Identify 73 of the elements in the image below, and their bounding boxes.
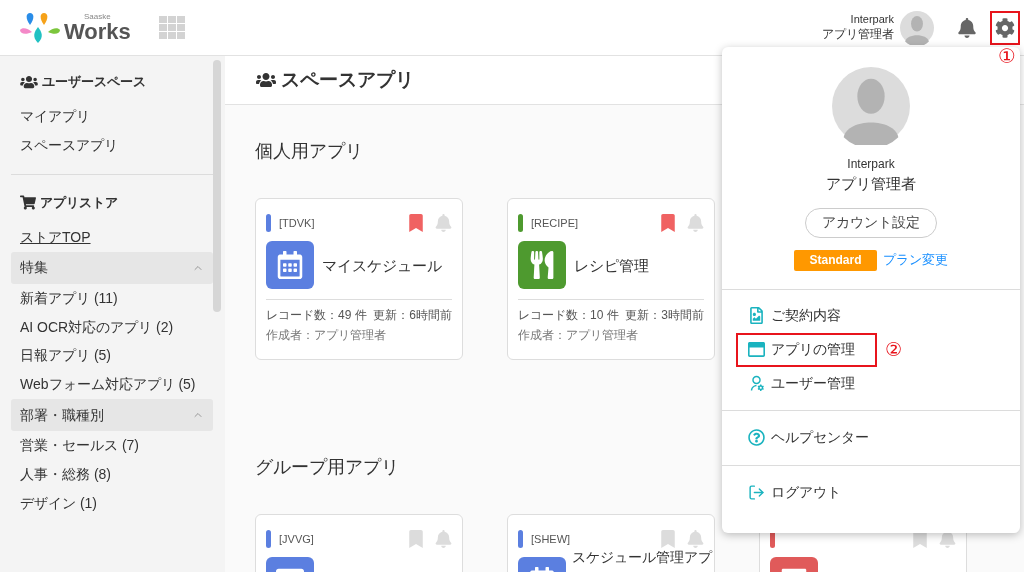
- record-stats: レコード数：10 件 更新：3時間前: [518, 307, 704, 324]
- fork-knife-icon: [528, 251, 556, 279]
- window-icon: [748, 341, 765, 358]
- sidebar-item[interactable]: 日報アプリ (5): [11, 341, 213, 371]
- users-icon: [20, 75, 38, 89]
- app-code: [RECIPE]: [531, 215, 579, 231]
- sidebar-item[interactable]: Webフォーム対応アプリ (5): [11, 370, 213, 400]
- sidebar-item[interactable]: 新着アプリ (11): [11, 283, 213, 313]
- logo-subtitle: Saaske: [84, 12, 112, 21]
- annotation-number: ②: [885, 337, 903, 363]
- calendar-icon: [276, 251, 304, 279]
- app-card[interactable]: [SHEW] スケジュール管理アプ: [507, 514, 715, 572]
- settings-button[interactable]: [990, 10, 1020, 45]
- sidebar-item[interactable]: 人事・総務 (8): [11, 460, 213, 489]
- user-gear-icon: [748, 375, 765, 392]
- app-card[interactable]: [RECIPE] レシピ管理 レコード数：10 件 更新：3時間前 作成者：アプリ管理者: [507, 198, 715, 360]
- bookmark-icon[interactable]: [409, 214, 423, 232]
- sidebar-category[interactable]: 特集: [11, 251, 213, 284]
- sidebar-item[interactable]: デザイン (1): [11, 489, 213, 518]
- bell-icon[interactable]: [435, 214, 452, 232]
- bell-icon[interactable]: [435, 530, 452, 548]
- sidebar-item[interactable]: マイアプリ: [11, 102, 213, 131]
- app-name: スケジュール管理アプ: [572, 550, 712, 564]
- sidebar-link[interactable]: ストアTOP: [11, 222, 213, 252]
- sidebar-item[interactable]: AI OCR対応のアプリ (2): [11, 312, 213, 342]
- annotation-number: ①: [998, 43, 1016, 70]
- menu-user-org: Interpark: [847, 156, 895, 173]
- menu-user-role: アプリ管理者: [826, 174, 916, 194]
- bell-icon[interactable]: [687, 530, 704, 548]
- menu-item[interactable]: ログアウト: [736, 475, 853, 510]
- record-stats: レコード数：49 件 更新：6時間前: [266, 307, 452, 324]
- menu-item[interactable]: アプリの管理: [736, 332, 877, 367]
- app-name: レシピ管理: [574, 257, 649, 273]
- app-name: マイスケジュール: [322, 257, 442, 273]
- users-icon: [255, 72, 277, 88]
- sidebar-item[interactable]: 営業・セールス (7): [11, 431, 213, 461]
- bookmark-icon[interactable]: [409, 530, 423, 548]
- app-code: [SHEW]: [531, 531, 571, 547]
- app-card[interactable]: [JVVG]: [255, 514, 463, 572]
- bell-icon[interactable]: [687, 214, 704, 232]
- plan-badge: Standard: [794, 249, 877, 271]
- bookmark-icon[interactable]: [661, 530, 675, 548]
- profile-avatar-icon: [832, 67, 910, 145]
- sidebar-item[interactable]: スペースアプリ: [11, 130, 213, 160]
- settings-icon: [995, 17, 1015, 38]
- user-org: Interpark: [850, 13, 894, 27]
- app-code: [JVVG]: [279, 531, 314, 547]
- sidebar-category[interactable]: 部署・職種別: [11, 399, 213, 432]
- app-grid-icon[interactable]: [158, 15, 185, 40]
- menu-item[interactable]: ヘルプセンター: [736, 420, 881, 455]
- avatar-icon: [900, 10, 934, 45]
- author-text: 作成者：アプリ管理者: [266, 327, 387, 344]
- logout-icon: [748, 484, 765, 501]
- menu-item[interactable]: ご契約内容: [736, 298, 853, 333]
- sidebar-heading: ユーザースペース: [42, 73, 146, 92]
- logo-text: Works: [64, 20, 131, 43]
- sidebar-heading: アプリストア: [40, 194, 118, 213]
- bell-icon[interactable]: [939, 530, 956, 548]
- section-title: グループ用アプリ: [255, 456, 399, 479]
- bookmark-icon[interactable]: [661, 214, 675, 232]
- section-title: 個人用アプリ: [255, 140, 363, 163]
- document-icon: [748, 307, 765, 324]
- help-icon: [748, 429, 765, 446]
- cart-icon: [20, 195, 36, 211]
- scrollbar-thumb[interactable]: [213, 60, 221, 312]
- app-card[interactable]: [TDVK] マイスケジュール レコード数：49 件 更新：6時間前 作成者：アプリ管理者: [255, 198, 463, 360]
- user-role: アプリ管理者: [822, 26, 894, 42]
- notification-bell-icon[interactable]: [958, 17, 976, 38]
- app-code: [TDVK]: [279, 215, 315, 231]
- page-title: スペースアプリ: [281, 67, 414, 92]
- menu-item[interactable]: ユーザー管理: [736, 366, 867, 401]
- logo-icon: [20, 12, 60, 43]
- author-text: 作成者：アプリ管理者: [518, 327, 639, 344]
